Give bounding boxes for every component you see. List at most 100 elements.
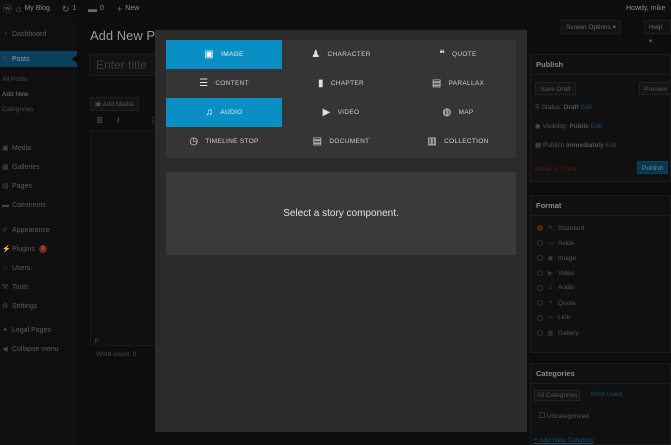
sidebar-item-galleries[interactable]: ▦ Galleries [0,159,77,175]
categories-box: Categories All Categories Most Used Unca… [530,363,671,445]
screen-options-button[interactable]: Screen Options ▾ [561,20,621,34]
updates-link[interactable]: ↻ 1 [62,0,76,18]
empty-state-message: Select a story component. [283,208,399,219]
component-timeline-stop[interactable]: ◷ TIMELINE STOP [166,127,282,156]
add-new-category-link[interactable]: + Add New Category [534,437,594,444]
sidebar-item-settings[interactable]: ⚙ Settings [0,298,77,314]
story-component-modal: ▣ IMAGE ♟ CHARACTER ❝ QUOTE ☰ CONTENT ▮ CHAPT… [155,30,527,432]
aside-icon: ▭ [547,240,554,247]
format-option-standard[interactable]: ✎ Standard [537,224,584,232]
plugins-update-badge: 2 [38,245,47,253]
sidebar-item-tools[interactable]: ⚒ Tools [0,279,77,295]
component-collection[interactable]: ▥ COLLECTION [400,127,516,156]
legal-icon: ✦ [2,327,8,334]
comment-icon: ▬ [88,4,97,14]
format-radio[interactable] [537,240,543,246]
format-radio[interactable] [537,314,543,321]
sidebar-item-media[interactable]: ▣ Media [0,140,77,156]
comments-link[interactable]: ▬ 0 [88,0,104,18]
audio-icon: ♫ [548,284,553,291]
page-title: Add New P [90,28,156,43]
format-option-gallery[interactable]: ▦ Gallery [537,329,579,337]
publish-button[interactable]: Publish [637,161,669,174]
help-button[interactable]: Help ▾ [644,20,671,45]
parallax-icon: ▤ [431,77,442,89]
component-document[interactable]: ▤ DOCUMENT [283,127,399,156]
submenu-categories[interactable]: Categories [0,104,77,116]
component-audio[interactable]: ♫ AUDIO [166,98,282,127]
format-option-quote[interactable]: ❝ Quote [537,299,576,307]
submenu-all-posts[interactable]: All Posts [0,74,77,86]
category-checkbox[interactable] [539,412,545,418]
wrench-icon: ⚒ [2,284,9,291]
format-radio[interactable] [537,300,543,306]
pages-icon: ▤ [2,183,9,190]
component-parallax[interactable]: ▤ PARALLAX [400,69,516,98]
admin-sidebar: ◔ Dashboard ✎ Posts All Posts Add New Cate… [0,18,77,445]
component-image[interactable]: ▣ IMAGE [166,40,282,69]
format-radio[interactable] [537,255,543,261]
editor-path: p [95,337,99,344]
post-title-input[interactable]: Enter title [89,54,159,76]
add-media-button[interactable]: ▣ Add Media [90,97,139,111]
new-content-link[interactable]: + New [117,0,139,18]
component-preview-area: Select a story component. [166,172,516,255]
tab-most-used[interactable]: Most Used [591,391,622,398]
category-uncategorized[interactable]: Uncategorized [539,412,589,420]
bold-button[interactable]: B [97,116,103,125]
audio-icon: ♫ [205,106,214,118]
collection-icon: ▥ [427,135,438,147]
format-radio[interactable] [537,270,543,276]
quote-icon: ❝ [439,48,446,60]
format-option-link[interactable]: ∞ Link [537,314,570,321]
wp-logo-icon[interactable]: ⓦ [3,0,12,18]
component-grid: ▣ IMAGE ♟ CHARACTER ❝ QUOTE ☰ CONTENT ▮ CHAPT… [166,40,516,158]
component-character[interactable]: ♟ CHARACTER [283,40,399,69]
format-radio[interactable] [537,284,543,291]
italic-button[interactable]: I [117,116,119,125]
howdy-user[interactable]: Howdy, mike [626,0,666,18]
format-option-image[interactable]: ▣ Image [537,254,576,262]
format-radio[interactable] [537,225,543,231]
save-draft-button[interactable]: Save Draft [535,82,576,95]
content-icon: ☰ [199,77,209,89]
edit-visibility-link[interactable]: Edit [591,123,602,130]
component-video[interactable]: ▶ VIDEO [283,98,399,127]
preview-button[interactable]: Preview [639,82,671,95]
visibility-line: ◉ Visibility: Public Edit [535,123,602,130]
post-editor[interactable] [90,130,160,346]
sidebar-item-plugins[interactable]: ⚡ Plugins 2 [0,241,77,257]
component-content[interactable]: ☰ CONTENT [166,69,282,98]
settings-icon: ⚙ [2,303,9,310]
submenu-add-new[interactable]: Add New [0,89,77,101]
link-icon: ∞ [548,314,553,321]
sidebar-item-appearance[interactable]: ✐ Appearance [0,222,77,238]
format-option-aside[interactable]: ▭ Aside [537,239,574,247]
pin-icon: ⚲ [535,104,542,111]
edit-status-link[interactable]: Edit [581,104,592,111]
gallery-icon: ▦ [547,330,554,337]
format-heading: Format [531,196,670,216]
move-to-trash-link[interactable]: Move to Trash [535,166,576,173]
sidebar-item-users[interactable]: ☺ Users [0,260,77,276]
site-name-link[interactable]: ⌂ My Blog [16,0,50,18]
format-option-audio[interactable]: ♫ Audio [537,284,575,291]
tab-all-categories[interactable]: All Categories [534,390,581,401]
format-option-video[interactable]: ▶ Video [537,269,575,277]
component-quote[interactable]: ❝ QUOTE [400,40,516,69]
format-radio[interactable] [537,330,543,336]
sidebar-item-pages[interactable]: ▤ Pages [0,178,77,194]
component-map[interactable]: ◍ MAP [400,98,516,127]
video-icon: ▶ [322,106,331,118]
edit-schedule-link[interactable]: Edit [605,142,616,149]
sidebar-item-legal-pages[interactable]: ✦ Legal Pages [0,322,77,338]
component-chapter[interactable]: ▮ CHAPTER [283,69,399,98]
clock-icon: ◷ [189,135,199,147]
chapter-icon: ▮ [318,77,324,89]
collapse-icon: ◀ [2,346,8,353]
sidebar-item-collapse[interactable]: ◀ Collapse menu [0,341,77,357]
sidebar-item-posts[interactable]: ✎ Posts [0,51,77,67]
sidebar-item-comments[interactable]: ▬ Comments [0,197,77,213]
status-line: ⚲ Status: Draft Edit [535,104,592,111]
sidebar-item-dashboard[interactable]: ◔ Dashboard [0,26,77,42]
